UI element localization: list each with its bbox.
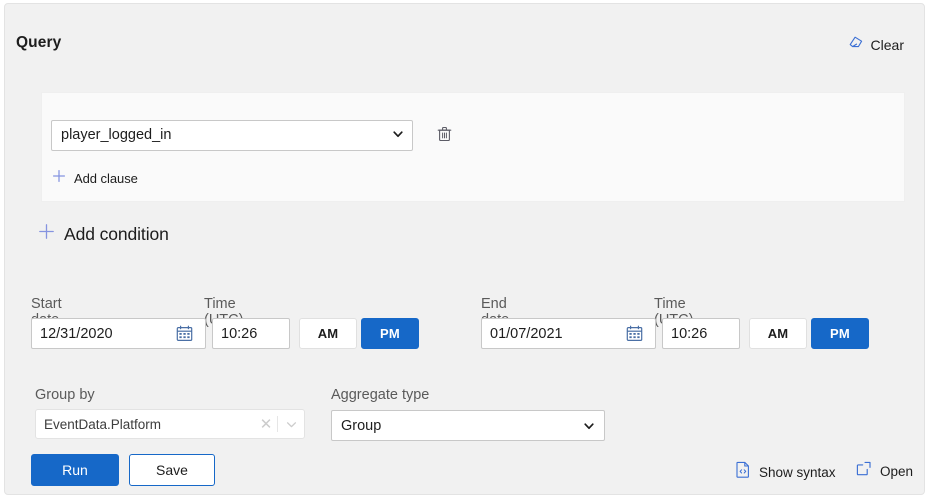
add-clause-button[interactable]: Add clause [52, 169, 138, 188]
add-condition-label: Add condition [64, 223, 169, 244]
start-pm-button[interactable]: PM [361, 318, 419, 349]
close-icon[interactable]: ✕ [255, 417, 277, 432]
clause-card: player_logged_in [41, 92, 905, 202]
query-panel: Query Clear player_logged_in Add clause … [4, 3, 925, 495]
aggregate-type-label: Aggregate type [331, 387, 430, 403]
add-condition-button[interactable]: Add condition [38, 223, 169, 245]
trash-icon [437, 126, 452, 145]
event-select[interactable]: player_logged_in [51, 120, 413, 151]
end-date-input[interactable] [481, 318, 656, 349]
group-by-select[interactable]: EventData.Platform ✕ [35, 409, 305, 439]
event-select-wrap: player_logged_in [51, 120, 413, 151]
aggregate-type-select[interactable]: Group [331, 410, 605, 441]
show-syntax-button[interactable]: Show syntax [735, 461, 836, 483]
group-by-label: Group by [35, 387, 95, 403]
save-button[interactable]: Save [129, 454, 215, 486]
plus-icon [38, 223, 55, 245]
add-clause-label: Add clause [74, 171, 138, 186]
eraser-icon [848, 34, 864, 55]
panel-header: Query Clear [5, 4, 924, 66]
page-title: Query [16, 34, 62, 51]
show-syntax-label: Show syntax [759, 464, 836, 480]
end-time-input[interactable] [662, 318, 740, 349]
chevron-down-icon[interactable] [278, 418, 304, 431]
delete-clause-button[interactable] [434, 125, 454, 147]
end-am-button[interactable]: AM [749, 318, 807, 349]
run-button[interactable]: Run [31, 454, 119, 486]
external-link-icon [856, 461, 872, 481]
open-label: Open [880, 463, 914, 479]
start-date-input[interactable] [31, 318, 206, 349]
plus-icon [52, 169, 66, 188]
code-file-icon [735, 461, 751, 483]
group-by-value: EventData.Platform [44, 416, 162, 432]
clear-label: Clear [870, 36, 904, 53]
clear-button[interactable]: Clear [848, 34, 904, 55]
end-pm-button[interactable]: PM [811, 318, 869, 349]
start-am-button[interactable]: AM [299, 318, 357, 349]
open-button[interactable]: Open [856, 461, 913, 481]
start-time-input[interactable] [212, 318, 290, 349]
clause-row: player_logged_in [51, 120, 454, 151]
